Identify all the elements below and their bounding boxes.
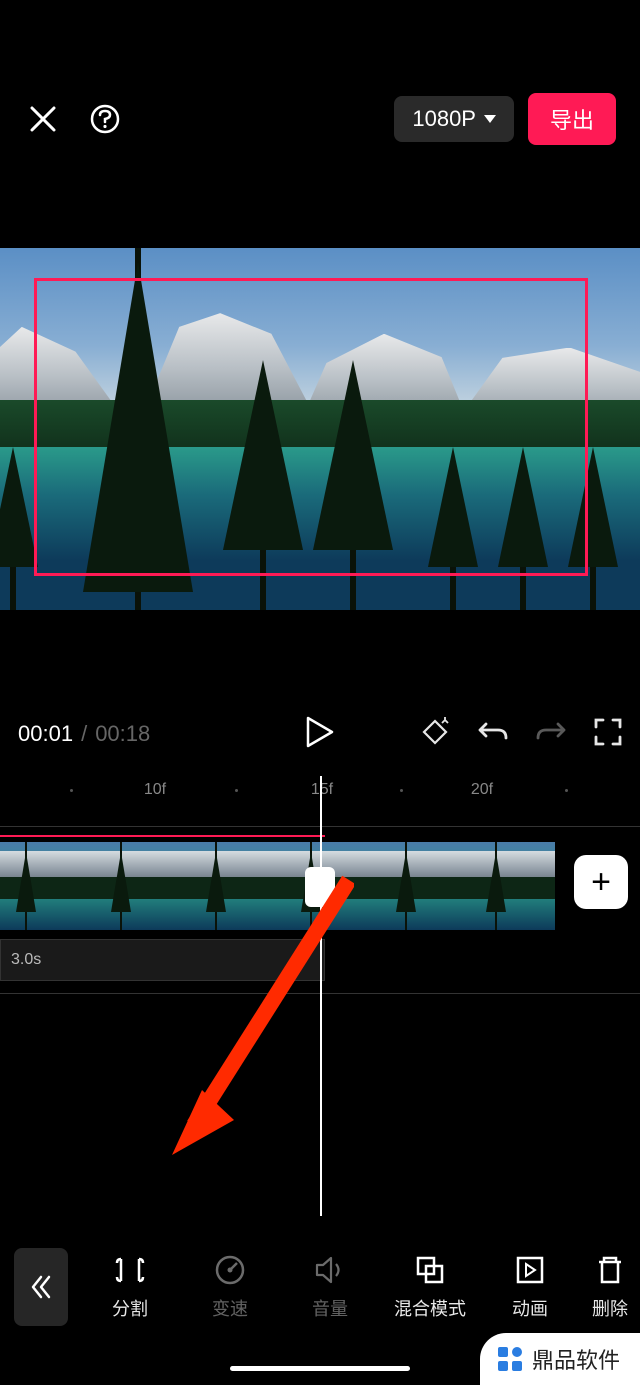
back-button[interactable] bbox=[14, 1248, 68, 1326]
undo-icon[interactable] bbox=[478, 718, 508, 751]
video-preview[interactable] bbox=[0, 248, 640, 610]
help-icon[interactable] bbox=[86, 100, 124, 138]
tool-blend[interactable]: 混合模式 bbox=[380, 1253, 480, 1321]
home-indicator[interactable] bbox=[230, 1366, 410, 1371]
ruler-tick: 15f bbox=[311, 781, 333, 799]
tool-delete[interactable]: 删除 bbox=[580, 1253, 640, 1321]
ruler-tick: 10f bbox=[144, 781, 166, 799]
keyframe-icon[interactable] bbox=[420, 717, 450, 752]
time-separator: / bbox=[81, 721, 87, 747]
tool-label: 删除 bbox=[592, 1295, 628, 1321]
total-time: 00:18 bbox=[95, 721, 150, 747]
export-button[interactable]: 导出 bbox=[528, 93, 616, 145]
ruler-tick: 20f bbox=[471, 781, 493, 799]
tool-speed[interactable]: 变速 bbox=[180, 1253, 280, 1321]
close-icon[interactable] bbox=[24, 100, 62, 138]
watermark: 鼎品软件 bbox=[480, 1333, 640, 1385]
tool-label: 音量 bbox=[312, 1295, 348, 1321]
bottom-toolbar: 分割 变速 音量 混合模式 动画 删除 bbox=[0, 1241, 640, 1333]
current-time: 00:01 bbox=[18, 721, 73, 747]
watermark-text: 鼎品软件 bbox=[532, 1343, 620, 1375]
track-indicator bbox=[0, 835, 325, 837]
tool-volume[interactable]: 音量 bbox=[280, 1253, 380, 1321]
subtrack-clip[interactable]: 3.0s bbox=[0, 939, 325, 981]
tool-label: 分割 bbox=[112, 1295, 148, 1321]
watermark-icon bbox=[496, 1345, 524, 1373]
tool-anim[interactable]: 动画 bbox=[480, 1253, 580, 1321]
resolution-label: 1080P bbox=[412, 106, 476, 132]
tool-split[interactable]: 分割 bbox=[80, 1253, 180, 1321]
playhead-line[interactable] bbox=[320, 776, 322, 1216]
redo-icon[interactable] bbox=[536, 718, 566, 751]
tool-label: 动画 bbox=[512, 1295, 548, 1321]
fullscreen-icon[interactable] bbox=[594, 718, 622, 751]
playback-bar: 00:01 / 00:18 bbox=[0, 712, 640, 756]
tool-label: 变速 bbox=[212, 1295, 248, 1321]
subtrack-duration: 3.0s bbox=[11, 951, 41, 969]
play-button[interactable] bbox=[306, 716, 334, 753]
top-bar: 1080P 导出 bbox=[0, 95, 640, 143]
chevron-down-icon bbox=[484, 115, 496, 123]
tool-label: 混合模式 bbox=[394, 1295, 466, 1321]
resolution-button[interactable]: 1080P bbox=[394, 96, 514, 142]
add-clip-button[interactable]: + bbox=[574, 855, 628, 909]
